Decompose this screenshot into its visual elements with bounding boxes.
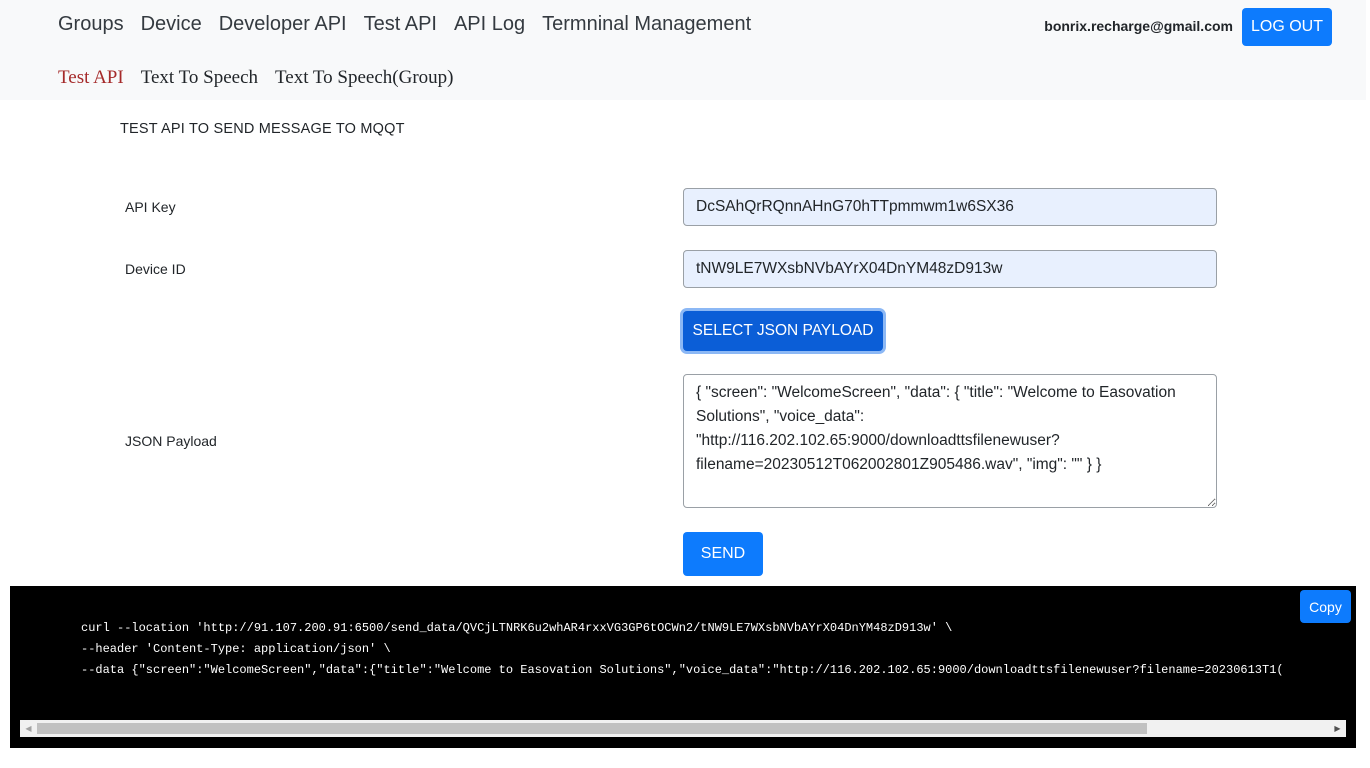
nav-groups[interactable]: Groups — [58, 11, 124, 37]
nav-terminal-management[interactable]: Termninal Management — [542, 11, 751, 37]
json-payload-textarea[interactable]: { "screen": "WelcomeScreen", "data": { "… — [683, 374, 1217, 508]
select-json-payload-button[interactable]: SELECT JSON PAYLOAD — [683, 311, 883, 351]
subnav-test-api[interactable]: Test API — [58, 67, 124, 89]
nav-test-api[interactable]: Test API — [364, 11, 437, 37]
subnav-text-to-speech[interactable]: Text To Speech — [141, 67, 258, 89]
nav-device[interactable]: Device — [141, 11, 202, 37]
api-key-label: API Key — [125, 199, 176, 215]
main-nav: Groups Device Developer API Test API API… — [58, 11, 768, 37]
top-header: Groups Device Developer API Test API API… — [0, 0, 1366, 100]
device-id-label: Device ID — [125, 261, 186, 277]
scroll-left-arrow-icon[interactable]: ◀ — [20, 720, 37, 737]
api-key-input[interactable] — [683, 188, 1217, 226]
code-line: curl --location 'http://91.107.200.91:65… — [81, 621, 953, 635]
page-title: TEST API TO SEND MESSAGE TO MQQT — [120, 121, 405, 137]
logout-button[interactable]: LOG OUT — [1242, 8, 1332, 46]
code-line: --header 'Content-Type: application/json… — [81, 642, 391, 656]
curl-code-panel: Copy curl --location 'http://91.107.200.… — [10, 586, 1356, 748]
device-id-input[interactable] — [683, 250, 1217, 288]
json-payload-label: JSON Payload — [125, 433, 217, 449]
nav-developer-api[interactable]: Developer API — [219, 11, 347, 37]
sub-nav: Test API Text To Speech Text To Speech(G… — [58, 67, 471, 89]
horizontal-scrollbar[interactable]: ◀ ▶ — [20, 720, 1346, 737]
nav-api-log[interactable]: API Log — [454, 11, 525, 37]
scroll-right-arrow-icon[interactable]: ▶ — [1329, 720, 1346, 737]
code-line: --data {"screen":"WelcomeScreen","data":… — [81, 663, 1284, 677]
user-email: bonrix.recharge@gmail.com — [1044, 18, 1233, 34]
scrollbar-thumb[interactable] — [37, 723, 1147, 734]
subnav-text-to-speech-group[interactable]: Text To Speech(Group) — [275, 67, 454, 89]
code-block: curl --location 'http://91.107.200.91:65… — [81, 618, 1346, 681]
send-button[interactable]: SEND — [683, 532, 763, 576]
